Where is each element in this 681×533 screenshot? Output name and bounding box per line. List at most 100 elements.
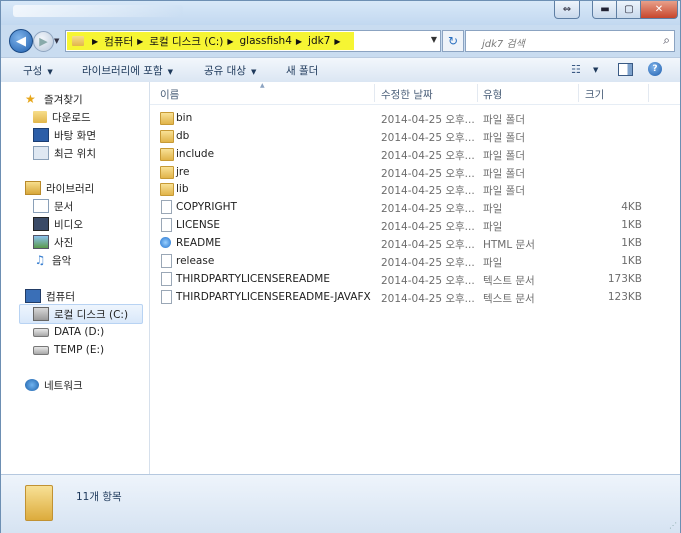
title-bar[interactable]: ⇔ ▬ ▢ ✕ [1,1,680,25]
file-type: 텍스트 문서 [483,293,535,305]
breadcrumb-jdk7[interactable]: jdk7 [308,35,330,47]
breadcrumb-chevron-icon[interactable]: ▶ [296,37,302,46]
preview-pane-icon[interactable] [618,63,633,76]
file-name: THIRDPARTYLICENSEREADME [176,273,330,285]
column-date[interactable]: 수정한 날짜 [381,87,433,102]
column-divider[interactable] [648,84,649,102]
file-list: ▲ 이름 수정한 날짜 유형 크기 bin 2014-04-25 오후... 파… [150,82,680,474]
column-size[interactable]: 크기 [585,87,604,102]
column-divider[interactable] [374,84,375,102]
explorer-window: ⇔ ▬ ▢ ✕ ◀ ▶ ▼ ▶ 컴퓨터 ▶ 로컬 디스크 (C:) ▶ glas… [0,0,681,533]
file-row[interactable]: README 2014-04-25 오후... HTML 문서 1KB [150,234,680,252]
file-row[interactable]: THIRDPARTYLICENSEREADME-JAVAFX 2014-04-2… [150,288,680,306]
close-button[interactable]: ✕ [640,1,678,19]
sidebar-computer[interactable]: 컴퓨터 [25,288,75,304]
navigation-pane: ★ 즐겨찾기 다운로드 바탕 화면 최근 위치 라이브러리 문서 비디오 사진 ♫… [1,82,150,474]
file-row[interactable]: THIRDPARTYLICENSEREADME 2014-04-25 오후...… [150,270,680,288]
refresh-button[interactable]: ↻ [442,30,464,52]
file-size: 173KB [607,273,642,285]
search-icon[interactable]: ⌕ [663,33,670,48]
sidebar-item-pictures[interactable]: 사진 [33,234,73,250]
resize-grip-icon[interactable]: ⋰ [669,521,677,530]
column-divider[interactable] [477,84,478,102]
file-date: 2014-04-25 오후... [381,203,475,215]
file-type: 파일 폴더 [483,132,525,144]
file-row[interactable]: lib 2014-04-25 오후... 파일 폴더 [150,180,680,198]
html-document-icon [160,237,171,248]
breadcrumb-chevron-icon[interactable]: ▶ [227,37,233,46]
address-bar[interactable]: ▶ 컴퓨터 ▶ 로컬 디스크 (C:) ▶ glassfish4 ▶ jdk7 … [65,30,441,52]
file-icon [161,254,172,268]
search-placeholder: jdk7 검색 [482,39,525,50]
sidebar-favorites[interactable]: ★ 즐겨찾기 [25,91,83,107]
text-document-icon [161,272,172,286]
sidebar-item-local-disk-c[interactable]: 로컬 디스크 (C:) [33,306,128,322]
file-type: 파일 폴더 [483,185,525,197]
system-drive-icon [33,307,49,321]
column-divider[interactable] [578,84,579,102]
file-row[interactable]: db 2014-04-25 오후... 파일 폴더 [150,127,680,145]
history-dropdown-icon[interactable]: ▼ [54,37,59,45]
file-row[interactable]: bin 2014-04-25 오후... 파일 폴더 [150,109,680,127]
organize-button[interactable]: 구성 ▼ [23,63,53,78]
sidebar-item-downloads[interactable]: 다운로드 [33,109,91,125]
minimize-button[interactable]: ▬ [592,1,618,19]
downloads-icon [33,111,47,123]
breadcrumb-chevron-icon[interactable]: ▶ [137,37,143,46]
file-row[interactable]: include 2014-04-25 오후... 파일 폴더 [150,145,680,163]
sidebar-item-documents[interactable]: 문서 [33,198,73,214]
sidebar-item-desktop[interactable]: 바탕 화면 [33,127,96,143]
file-row[interactable]: COPYRIGHT 2014-04-25 오후... 파일 4KB [150,198,680,216]
file-date: 2014-04-25 오후... [381,185,475,197]
breadcrumb-chevron-icon[interactable]: ▶ [334,37,340,46]
help-icon[interactable]: ? [648,62,662,76]
new-folder-button[interactable]: 새 폴더 [286,63,318,78]
sidebar-item-video[interactable]: 비디오 [33,216,83,232]
sidebar-libraries[interactable]: 라이브러리 [25,180,94,196]
breadcrumb-local-disk[interactable]: 로컬 디스크 (C:) [149,34,223,49]
documents-icon [33,199,49,213]
column-type[interactable]: 유형 [483,87,502,102]
file-name: include [176,148,215,160]
file-icon [161,200,172,214]
file-date: 2014-04-25 오후... [381,150,475,162]
snap-button[interactable]: ⇔ [554,1,580,19]
file-row[interactable]: release 2014-04-25 오후... 파일 1KB [150,252,680,270]
sidebar-item-music[interactable]: ♫ 음악 [33,252,72,268]
title-ghost-text [13,5,183,17]
file-type: HTML 문서 [483,239,535,251]
view-options-icon[interactable]: ☷ [571,63,581,76]
chevron-down-icon: ▼ [167,68,174,76]
back-button[interactable]: ◀ [9,29,33,53]
maximize-button[interactable]: ▢ [616,1,642,19]
file-date: 2014-04-25 오후... [381,114,475,126]
share-with-button[interactable]: 공유 대상 ▼ [204,63,256,78]
column-name[interactable]: 이름 [160,87,179,102]
breadcrumb-computer[interactable]: 컴퓨터 [104,34,133,49]
file-name: release [176,255,215,267]
breadcrumb-chevron-icon[interactable]: ▶ [92,37,98,46]
star-icon: ★ [25,92,36,106]
include-in-library-button[interactable]: 라이브러리에 포함 ▼ [82,63,173,78]
chevron-down-icon: ▼ [250,68,257,76]
sidebar-item-temp-e[interactable]: TEMP (E:) [33,342,104,358]
file-row[interactable]: LICENSE 2014-04-25 오후... 파일 1KB [150,216,680,234]
breadcrumb-glassfish4[interactable]: glassfish4 [240,35,292,47]
sidebar-network[interactable]: 네트워크 [25,377,83,393]
library-icon [25,181,41,195]
navigation-bar: ◀ ▶ ▼ ▶ 컴퓨터 ▶ 로컬 디스크 (C:) ▶ glassfish4 ▶… [1,25,680,57]
address-dropdown-icon[interactable]: ▼ [431,35,437,44]
file-row[interactable]: jre 2014-04-25 오후... 파일 폴더 [150,163,680,181]
view-dropdown-icon[interactable]: ▼ [593,66,598,74]
forward-button[interactable]: ▶ [33,31,54,52]
sidebar-item-recent-places[interactable]: 최근 위치 [33,145,96,161]
search-box[interactable]: jdk7 검색 ⌕ [465,30,675,52]
recent-places-icon [33,146,49,160]
column-header-row: ▲ 이름 수정한 날짜 유형 크기 [150,82,680,105]
file-type: 파일 [483,221,503,233]
forward-arrow-icon: ▶ [39,35,48,48]
file-name: jre [176,166,190,178]
sidebar-item-data-d[interactable]: DATA (D:) [33,324,104,340]
folder-large-icon [25,485,53,521]
text-document-icon [161,290,172,304]
